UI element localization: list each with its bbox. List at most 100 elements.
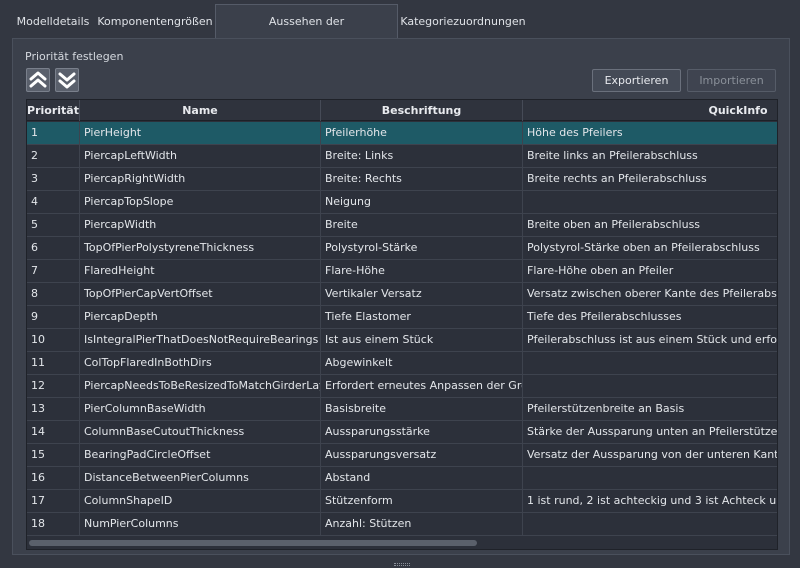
cell-beschriftung: Flare-Höhe (321, 260, 523, 282)
tab-bar: Modelldetails Komponentengrößen Aussehen… (0, 0, 800, 61)
move-down-button[interactable] (55, 68, 79, 92)
cell-beschriftung: Vertikaler Versatz (321, 283, 523, 305)
cell-name: PiercapRightWidth (80, 168, 321, 190)
table-row[interactable]: 2 PiercapLeftWidth Breite: Links Breite lin… (27, 145, 777, 168)
cell-quickinfo: Pfeilerabschluss ist aus einem Stück und… (527, 333, 777, 346)
table-row[interactable]: 15 BearingPadCircleOffset Aussparungsversa… (27, 444, 777, 467)
column-header-quickinfo[interactable]: QuickInfo (523, 100, 777, 121)
table-row[interactable]: 13 PierColumnBaseWidth Basisbreite Pfeilers… (27, 398, 777, 421)
horizontal-scrollbar[interactable] (27, 536, 777, 549)
column-header-name[interactable]: Name (80, 100, 321, 121)
cell-prioritaet: 10 (27, 329, 80, 351)
table-row[interactable]: 17 ColumnShapeID Stützenform 1 ist rund, 2 … (27, 490, 777, 513)
export-button[interactable]: Exportieren (592, 69, 681, 92)
cell-prioritaet: 14 (27, 421, 80, 443)
cell-beschriftung: Aussparungsstärke (321, 421, 523, 443)
table-row[interactable]: 5 PiercapWidth Breite Breite oben an Pfeile… (27, 214, 777, 237)
cell-quickinfo: Breite rechts an Pfeilerabschluss (527, 172, 707, 185)
cell-prioritaet: 11 (27, 352, 80, 374)
table-row[interactable]: 4 PiercapTopSlope Neigung (27, 191, 777, 214)
cell-beschriftung: Breite: Rechts (321, 168, 523, 190)
cell-name: PiercapNeedsToBeResizedToMatchGirderLayo… (80, 375, 321, 397)
table-row[interactable]: 18 NumPierColumns Anzahl: Stützen (27, 513, 777, 536)
priority-table[interactable]: Priorität Name Beschriftung QuickInfo 1P… (26, 99, 778, 550)
table-row[interactable]: 9 PiercapDepth Tiefe Elastomer Tiefe des Pf… (27, 306, 777, 329)
cell-quickinfo: Stärke der Aussparung unten an Pfeilerst… (527, 425, 778, 438)
cell-prioritaet: 9 (27, 306, 80, 328)
cell-quickinfo: Flare-Höhe oben an Pfeiler (527, 264, 674, 277)
column-header-prioritaet[interactable]: Priorität (27, 100, 80, 121)
cell-name: PiercapDepth (80, 306, 321, 328)
cell-prioritaet: 1 (27, 122, 80, 144)
cell-prioritaet: 13 (27, 398, 80, 420)
cell-beschriftung: Tiefe Elastomer (321, 306, 523, 328)
cell-quickinfo: 1 ist rund, 2 ist achteckig und 3 ist Ac… (527, 494, 777, 507)
cell-beschriftung: Polystyrol-Stärke (321, 237, 523, 259)
cell-quickinfo: Versatz der Aussparung von der unteren K… (527, 448, 777, 461)
cell-name: PierHeight (80, 122, 321, 144)
cell-prioritaet: 17 (27, 490, 80, 512)
cell-beschriftung: Stützenform (321, 490, 523, 512)
cell-beschriftung: Aussparungsversatz (321, 444, 523, 466)
table-header: Priorität Name Beschriftung QuickInfo (27, 100, 777, 121)
tab-modelldetails[interactable]: Modelldetails (12, 6, 94, 37)
cell-quickinfo: Höhe des Pfeilers (527, 126, 623, 139)
appearance-panel: Priorität festlegen Exportieren Importie… (12, 38, 790, 555)
cell-name: IsIntegralPierThatDoesNotRequireBearings (80, 329, 321, 351)
cell-beschriftung: Ist aus einem Stück (321, 329, 523, 351)
cell-quickinfo (523, 352, 777, 374)
cell-name: ColumnShapeID (80, 490, 321, 512)
cell-beschriftung: Anzahl: Stützen (321, 513, 523, 535)
cell-beschriftung: Erfordert erneutes Anpassen der Größe (321, 375, 523, 397)
cell-prioritaet: 3 (27, 168, 80, 190)
cell-name: FlaredHeight (80, 260, 321, 282)
cell-name: PiercapWidth (80, 214, 321, 236)
cell-quickinfo: Pfeilerstützenbreite an Basis (527, 402, 685, 415)
cell-quickinfo (523, 191, 777, 213)
table-row[interactable]: 11 ColTopFlaredInBothDirs Abgewinkelt (27, 352, 777, 375)
cell-name: NumPierColumns (80, 513, 321, 535)
table-row[interactable]: 10 IsIntegralPierThatDoesNotRequireBearin… (27, 329, 777, 352)
table-row[interactable]: 14 ColumnBaseCutoutThickness Aussparungsst… (27, 421, 777, 444)
cell-name: PiercapLeftWidth (80, 145, 321, 167)
cell-quickinfo: Polystyrol-Stärke oben an Pfeilerabschlu… (527, 241, 760, 254)
cell-prioritaet: 12 (27, 375, 80, 397)
table-row[interactable]: 7 FlaredHeight Flare-Höhe Flare-Höhe oben a… (27, 260, 777, 283)
cell-prioritaet: 8 (27, 283, 80, 305)
cell-beschriftung: Pfeilerhöhe (321, 122, 523, 144)
table-row[interactable]: 12 PiercapNeedsToBeResizedToMatchGirderLa… (27, 375, 777, 398)
move-up-button[interactable] (26, 68, 50, 92)
scrollbar-thumb[interactable] (29, 540, 477, 546)
cell-beschriftung: Breite (321, 214, 523, 236)
cell-name: TopOfPierCapVertOffset (80, 283, 321, 305)
cell-prioritaet: 16 (27, 467, 80, 489)
table-row[interactable]: 8 TopOfPierCapVertOffset Vertikaler Versat… (27, 283, 777, 306)
cell-prioritaet: 6 (27, 237, 80, 259)
tab-komponentengroessen[interactable]: Komponentengrößen (96, 6, 214, 37)
cell-prioritaet: 4 (27, 191, 80, 213)
cell-beschriftung: Basisbreite (321, 398, 523, 420)
double-chevron-up-icon (29, 71, 47, 88)
double-chevron-down-icon (58, 72, 76, 89)
cell-beschriftung: Abstand (321, 467, 523, 489)
cell-beschriftung: Abgewinkelt (321, 352, 523, 374)
cell-prioritaet: 15 (27, 444, 80, 466)
cell-beschriftung: Breite: Links (321, 145, 523, 167)
import-button[interactable]: Importieren (687, 69, 776, 92)
tab-aussehen[interactable]: Aussehen der Benutzeroberfläche (215, 4, 398, 61)
table-row[interactable]: 3 PiercapRightWidth Breite: Rechts Breite r… (27, 168, 777, 191)
column-header-beschriftung[interactable]: Beschriftung (321, 100, 523, 121)
table-row[interactable]: 1 PierHeight Pfeilerhöhe Höhe des Pfeilers (27, 122, 777, 145)
cell-name: PiercapTopSlope (80, 191, 321, 213)
cell-name: ColumnBaseCutoutThickness (80, 421, 321, 443)
cell-quickinfo: Tiefe des Pfeilerabschlusses (527, 310, 682, 323)
cell-quickinfo: Versatz zwischen oberer Kante des Pfeile… (527, 287, 777, 300)
resize-grip[interactable] (394, 563, 410, 566)
cell-name: ColTopFlaredInBothDirs (80, 352, 321, 374)
cell-quickinfo: Breite links an Pfeilerabschluss (527, 149, 698, 162)
table-row[interactable]: 16 DistanceBetweenPierColumns Abstand (27, 467, 777, 490)
table-row[interactable]: 6 TopOfPierPolystyreneThickness Polystyrol… (27, 237, 777, 260)
tab-kategoriezuordnungen[interactable]: Kategoriezuordnungen (399, 6, 527, 37)
cell-prioritaet: 7 (27, 260, 80, 282)
cell-beschriftung: Neigung (321, 191, 523, 213)
